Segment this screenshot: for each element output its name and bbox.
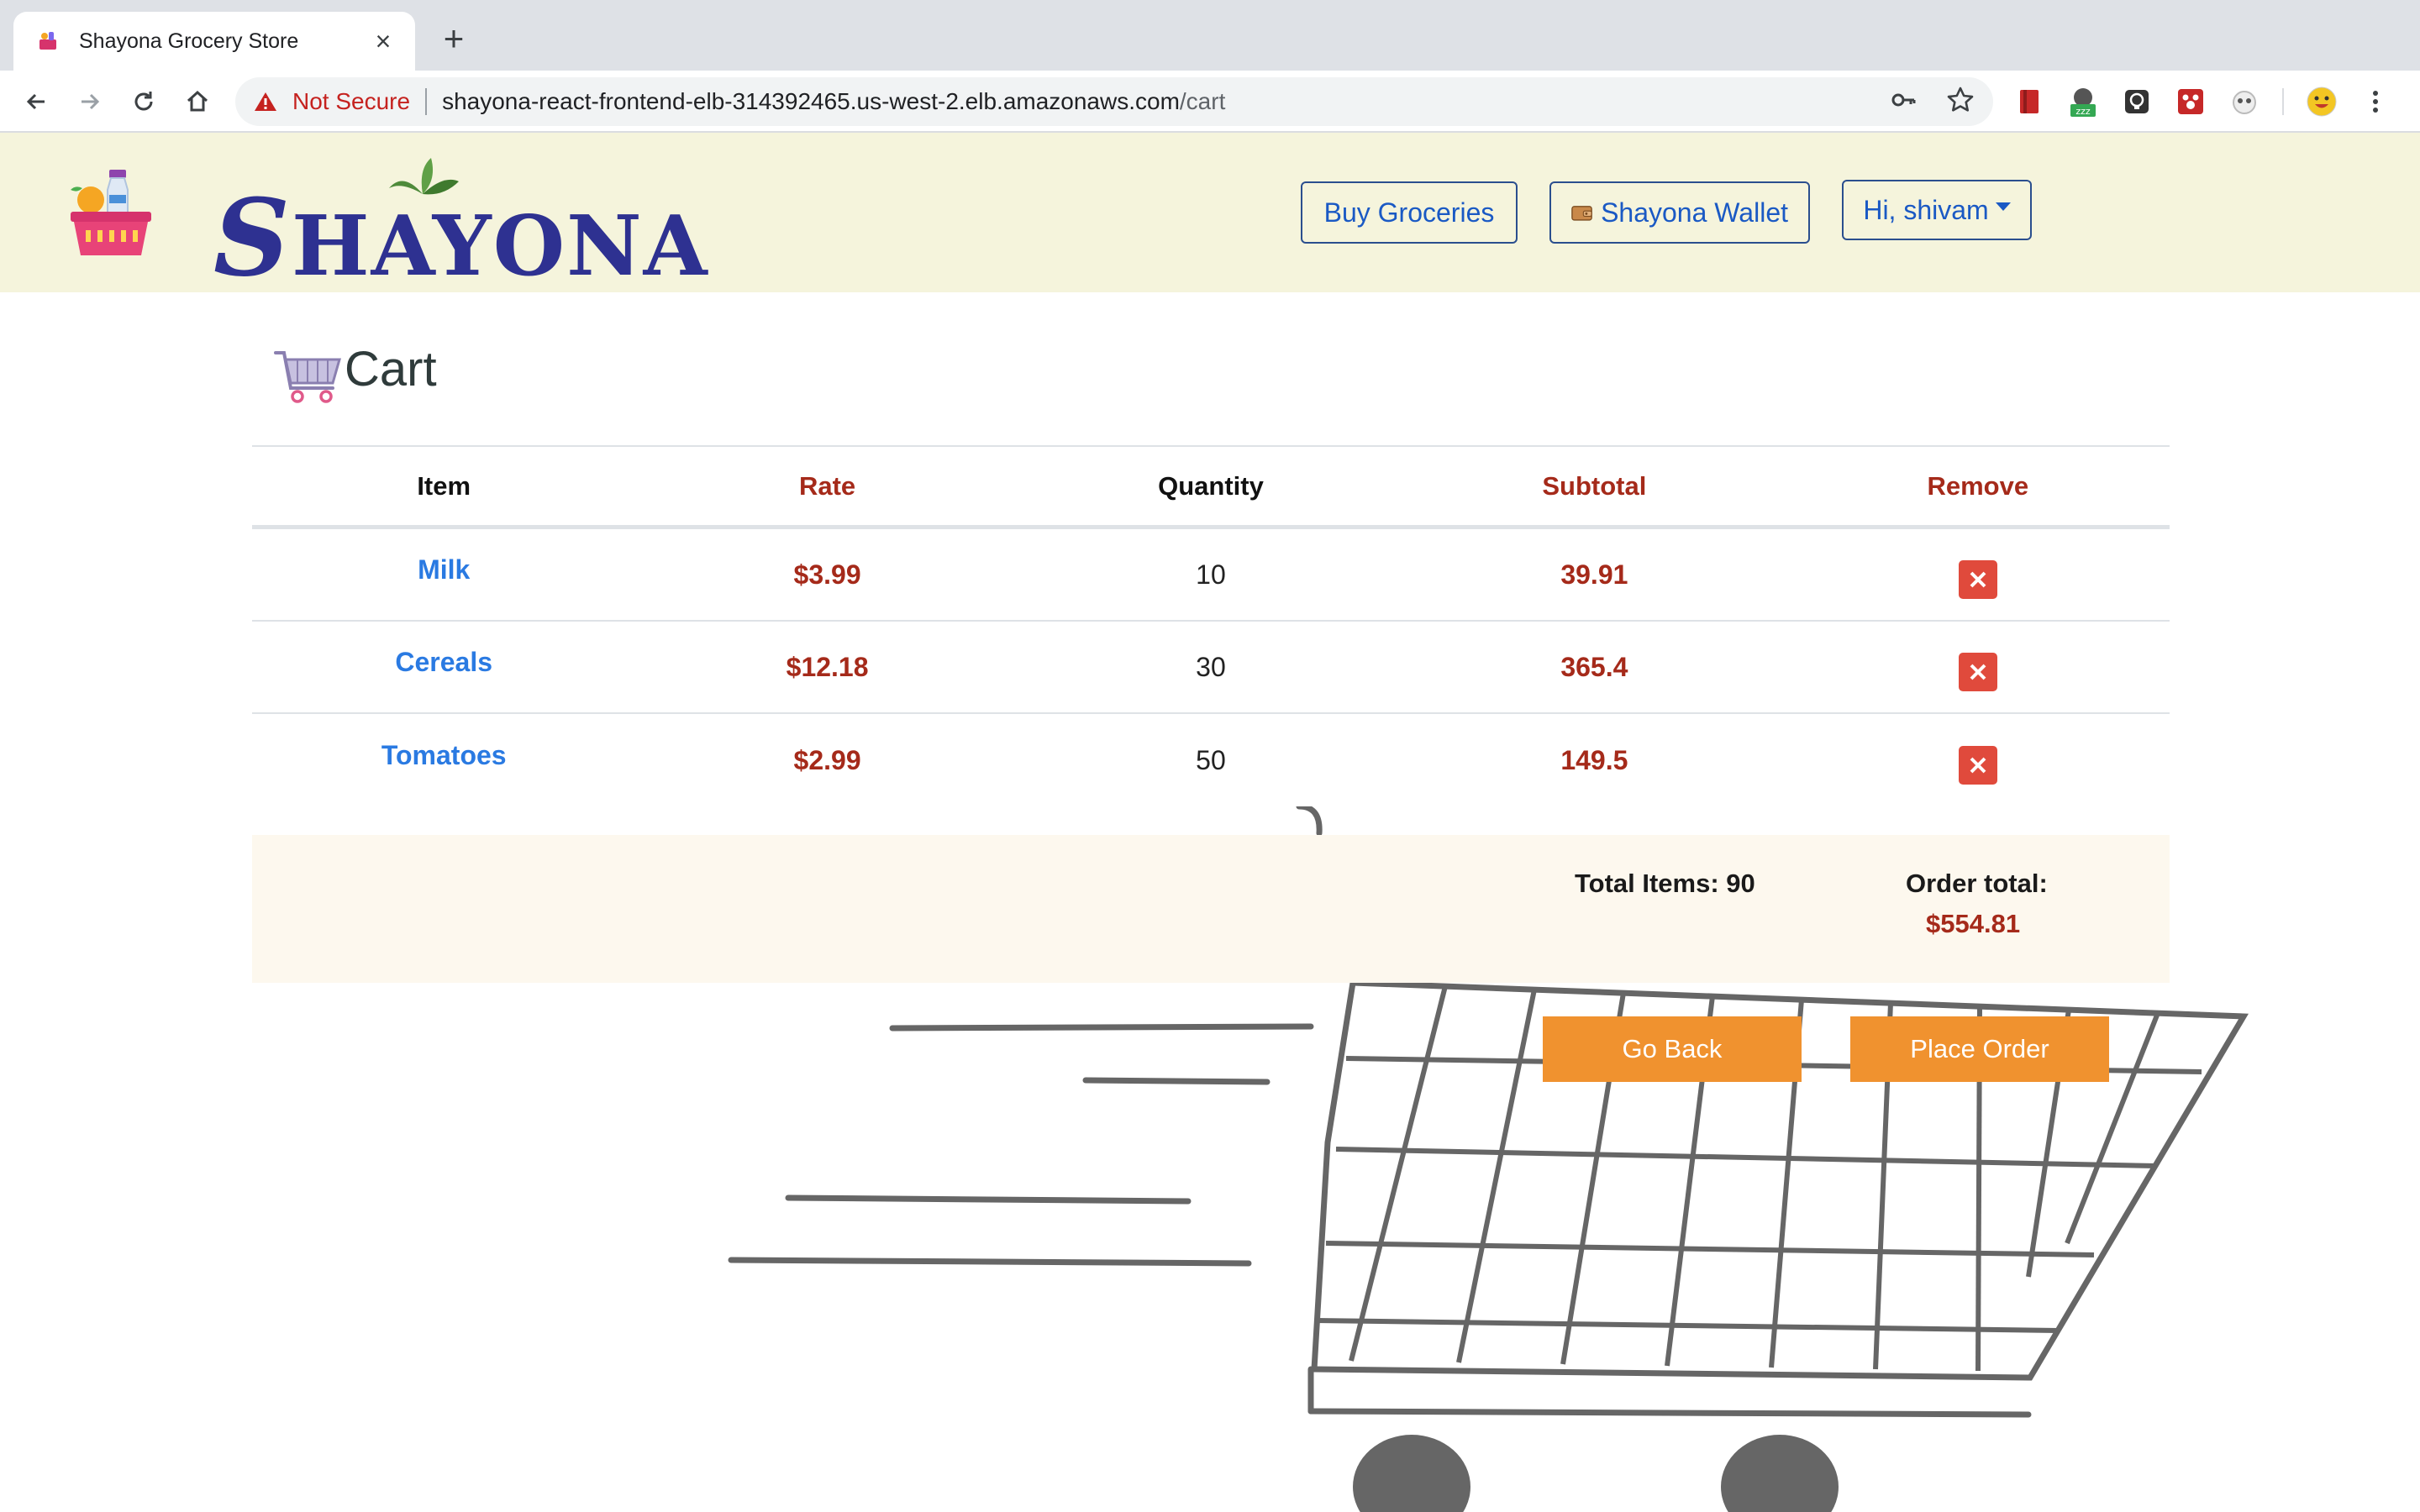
close-x-icon: [1970, 571, 1986, 588]
red-book-extension-icon[interactable]: [2013, 86, 2045, 118]
home-icon[interactable]: [178, 82, 217, 121]
order-total-label: Order total:: [1906, 869, 2048, 898]
rate-cell: $3.99: [793, 559, 861, 590]
sleep-extension-icon[interactable]: zzz: [2067, 86, 2099, 118]
browser-toolbar: Not Secure shayona-react-frontend-elb-31…: [0, 71, 2420, 133]
toolbar-divider: [2282, 88, 2284, 115]
quantity-cell: 30: [1196, 651, 1226, 682]
svg-text:zzz: zzz: [2075, 106, 2091, 117]
total-items: Total Items: 90: [1575, 869, 1755, 898]
user-greeting: Hi, shivam: [1863, 194, 1989, 225]
rate-cell: $12.18: [786, 651, 869, 682]
url-path: /cart: [1179, 88, 1226, 114]
table-row: Tomatoes $2.99 50 149.5: [252, 714, 2170, 806]
quantity-cell: 10: [1196, 559, 1226, 590]
caret-down-icon: [1995, 202, 2011, 211]
wallet-label: Shayona Wallet: [1601, 197, 1788, 228]
column-header-quantity: Quantity: [1158, 470, 1264, 501]
panda-extension-icon[interactable]: [2228, 86, 2260, 118]
user-menu-dropdown[interactable]: Hi, shivam: [1842, 180, 2032, 240]
column-header-item: Item: [417, 470, 471, 501]
column-header-remove: Remove: [1927, 470, 2029, 501]
shayona-wallet-button[interactable]: Shayona Wallet: [1549, 181, 1810, 244]
extensions-area: zzz: [2013, 82, 2391, 121]
brand-wordmark: SHAYONA: [213, 185, 709, 291]
browser-menu-icon[interactable]: [2360, 86, 2391, 118]
url-host: shayona-react-frontend-elb-314392465.us-…: [442, 88, 1180, 114]
item-link[interactable]: Milk: [418, 554, 470, 585]
cart-heading: Cart: [272, 341, 437, 408]
paw-extension-icon[interactable]: [2175, 86, 2207, 118]
close-x-icon: [1970, 757, 1986, 774]
column-header-subtotal: Subtotal: [1542, 470, 1647, 501]
buy-groceries-button[interactable]: Buy Groceries: [1301, 181, 1518, 244]
remove-item-button[interactable]: [1958, 560, 1997, 599]
basket-favicon-icon: [35, 29, 60, 54]
subtotal-cell: 149.5: [1560, 744, 1628, 775]
address-bar[interactable]: Not Secure shayona-react-frontend-elb-31…: [235, 77, 1993, 126]
item-link[interactable]: Tomatoes: [381, 740, 507, 770]
table-row: Cereals $12.18 30 365.4: [252, 622, 2170, 714]
key-icon[interactable]: [1889, 86, 1918, 118]
wallet-icon: [1571, 206, 1592, 221]
quantity-cell: 50: [1196, 744, 1226, 775]
bookmark-star-icon[interactable]: [1946, 86, 1975, 118]
go-back-button[interactable]: Go Back: [1543, 1016, 1802, 1082]
close-x-icon: [1970, 664, 1986, 680]
profile-avatar-icon[interactable]: [2306, 86, 2338, 118]
grocery-basket-logo-icon[interactable]: [66, 166, 156, 257]
back-arrow-icon[interactable]: [17, 82, 55, 121]
security-status[interactable]: Not Secure: [292, 88, 410, 115]
table-header-row: Item Rate Quantity Subtotal Remove: [252, 445, 2170, 529]
subtotal-cell: 365.4: [1560, 651, 1628, 682]
forward-arrow-icon[interactable]: [71, 82, 109, 121]
tab-close-icon[interactable]: ×: [368, 26, 398, 56]
rate-cell: $2.99: [793, 744, 861, 775]
cart-table: Item Rate Quantity Subtotal Remove Milk …: [252, 445, 2170, 806]
omnibox-actions: [1889, 84, 1975, 119]
shayona-brand-logo[interactable]: SHAYONA: [208, 156, 708, 291]
browser-tabstrip: Shayona Grocery Store × +: [0, 0, 2420, 71]
remove-item-button[interactable]: [1958, 746, 1997, 785]
subtotal-cell: 39.91: [1560, 559, 1628, 590]
brand-initial: S: [213, 176, 292, 300]
browser-tab[interactable]: Shayona Grocery Store ×: [13, 12, 415, 71]
place-order-label: Place Order: [1910, 1034, 2049, 1063]
shopping-cart-icon: [274, 351, 341, 403]
new-tab-button[interactable]: +: [437, 21, 471, 56]
buy-groceries-label: Buy Groceries: [1323, 197, 1495, 228]
site-header: SHAYONA Buy Groceries Shayona Wallet Hi,…: [0, 133, 2420, 292]
reload-icon[interactable]: [124, 82, 163, 121]
bulb-extension-icon[interactable]: [2121, 86, 2153, 118]
go-back-label: Go Back: [1622, 1034, 1723, 1063]
column-header-rate: Rate: [798, 470, 856, 501]
url-divider: [425, 88, 428, 115]
remove-item-button[interactable]: [1958, 653, 1997, 691]
warning-icon: [254, 89, 279, 114]
page-title: Cart: [345, 342, 437, 396]
brand-rest: HAYONA: [292, 198, 709, 295]
table-row: Milk $3.99 10 39.91: [252, 529, 2170, 622]
place-order-button[interactable]: Place Order: [1850, 1016, 2109, 1082]
order-summary: Total Items: 90 Order total: $554.81: [252, 835, 2170, 983]
tab-title: Shayona Grocery Store: [79, 29, 299, 53]
order-total-value: $554.81: [1926, 909, 2021, 938]
item-link[interactable]: Cereals: [395, 647, 492, 677]
